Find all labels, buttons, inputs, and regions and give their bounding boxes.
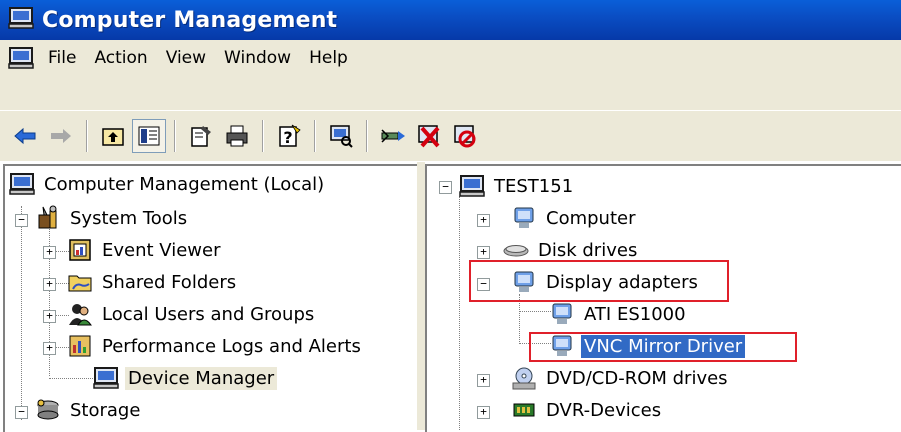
tree-node-dvd-cdrom[interactable]: DVD/CD-ROM drives xyxy=(511,362,731,394)
update-driver-icon[interactable] xyxy=(376,119,410,153)
tree-node-label: ATI ES1000 xyxy=(584,303,686,325)
toolbar-separator xyxy=(174,120,176,152)
tree-node-dvr-devices[interactable]: DVR-Devices xyxy=(511,394,664,426)
print-icon[interactable] xyxy=(220,119,254,153)
tree-node-event-viewer[interactable]: Event Viewer xyxy=(67,234,223,266)
device-tree-pane[interactable]: − TEST151 + Computer + Disk drives − Dis… xyxy=(425,164,901,432)
tree-node-performance-logs[interactable]: Performance Logs and Alerts xyxy=(67,330,364,362)
console-tree-pane[interactable]: Computer Management (Local) − System Too… xyxy=(3,164,417,432)
tree-node-test151[interactable]: TEST151 xyxy=(459,170,576,202)
users-icon xyxy=(67,301,93,327)
computer-icon xyxy=(9,171,35,197)
menu-help[interactable]: Help xyxy=(300,48,357,68)
toolbar-separator xyxy=(86,120,88,152)
tree-node-shared-folders[interactable]: Shared Folders xyxy=(67,266,239,298)
performance-icon xyxy=(67,333,93,359)
tree-node-label: Local Users and Groups xyxy=(102,303,315,325)
show-hide-console-tree-icon[interactable] xyxy=(132,119,166,153)
uninstall-icon[interactable] xyxy=(412,119,446,153)
tree-node-computer-management[interactable]: Computer Management (Local) xyxy=(9,168,327,200)
tree-node-label: System Tools xyxy=(70,207,188,229)
title-bar: Computer Management xyxy=(0,0,901,40)
tree-node-label: Disk drives xyxy=(538,239,638,261)
tree-line xyxy=(21,206,22,420)
computer-management-icon xyxy=(8,6,34,35)
storage-icon xyxy=(35,397,61,423)
tree-line xyxy=(49,378,93,379)
tree-node-storage[interactable]: Storage xyxy=(35,394,143,426)
forward-icon[interactable] xyxy=(44,119,78,153)
tree-node-device-manager[interactable]: Device Manager xyxy=(93,362,278,394)
tree-node-label: Device Manager xyxy=(125,366,278,390)
annotation-box-display-adapters xyxy=(469,260,729,302)
tree-node-computer[interactable]: Computer xyxy=(511,202,638,234)
expand-toggle[interactable]: + xyxy=(477,406,490,419)
menu-bar: File Action View Window Help xyxy=(0,40,901,111)
tree-node-label: DVD/CD-ROM drives xyxy=(546,367,728,389)
collapse-toggle[interactable]: − xyxy=(15,406,28,419)
expand-toggle[interactable]: + xyxy=(477,246,490,259)
event-viewer-icon xyxy=(67,237,93,263)
expand-toggle[interactable]: + xyxy=(43,342,56,355)
menu-view[interactable]: View xyxy=(157,48,215,68)
up-level-icon[interactable] xyxy=(96,119,130,153)
tree-node-local-users-groups[interactable]: Local Users and Groups xyxy=(67,298,317,330)
svg-text:?: ? xyxy=(283,128,292,147)
toolbar-separator xyxy=(314,120,316,152)
tree-node-label: Performance Logs and Alerts xyxy=(102,335,361,357)
disable-device-icon[interactable] xyxy=(448,119,482,153)
tree-node-label: Computer xyxy=(546,207,636,229)
system-menu-icon[interactable] xyxy=(4,41,38,75)
expand-toggle[interactable]: + xyxy=(43,278,56,291)
tree-node-ati-es1000[interactable]: ATI ES1000 xyxy=(549,298,689,330)
pane-splitter[interactable] xyxy=(417,162,425,430)
shared-folder-icon xyxy=(67,269,93,295)
expand-toggle[interactable]: + xyxy=(43,310,56,323)
back-icon[interactable] xyxy=(8,119,42,153)
scan-hardware-icon[interactable] xyxy=(324,119,358,153)
computer-icon xyxy=(459,173,485,199)
tree-node-label: DVR-Devices xyxy=(546,399,662,421)
dvd-drive-icon xyxy=(511,365,537,391)
tree-line xyxy=(519,311,551,312)
tree-node-label: Shared Folders xyxy=(102,271,237,293)
tree-node-label: Storage xyxy=(70,399,141,421)
menu-action[interactable]: Action xyxy=(85,48,156,68)
window-title: Computer Management xyxy=(42,7,338,33)
device-manager-icon xyxy=(93,365,119,391)
system-tools-icon xyxy=(35,205,61,231)
tree-node-label: Event Viewer xyxy=(102,239,221,261)
annotation-box-vnc-mirror-driver xyxy=(529,332,797,362)
menu-file[interactable]: File xyxy=(39,48,85,68)
tree-node-label: TEST151 xyxy=(494,175,574,197)
display-adapter-icon xyxy=(549,301,575,327)
toolbar-separator xyxy=(366,120,368,152)
tree-line xyxy=(459,196,460,430)
properties-icon[interactable] xyxy=(184,119,218,153)
menu-window[interactable]: Window xyxy=(215,48,300,68)
computer-icon xyxy=(511,205,537,231)
expand-toggle[interactable]: + xyxy=(477,214,490,227)
collapse-toggle[interactable]: − xyxy=(15,214,28,227)
toolbar-separator xyxy=(262,120,264,152)
help-icon[interactable]: ? xyxy=(272,119,306,153)
toolbar: ? xyxy=(0,110,901,161)
collapse-toggle[interactable]: − xyxy=(439,181,452,194)
expand-toggle[interactable]: + xyxy=(477,374,490,387)
tree-node-label: Computer Management (Local) xyxy=(44,173,325,195)
dvr-device-icon xyxy=(511,397,537,423)
expand-toggle[interactable]: + xyxy=(43,246,56,259)
tree-node-system-tools[interactable]: System Tools xyxy=(35,202,190,234)
